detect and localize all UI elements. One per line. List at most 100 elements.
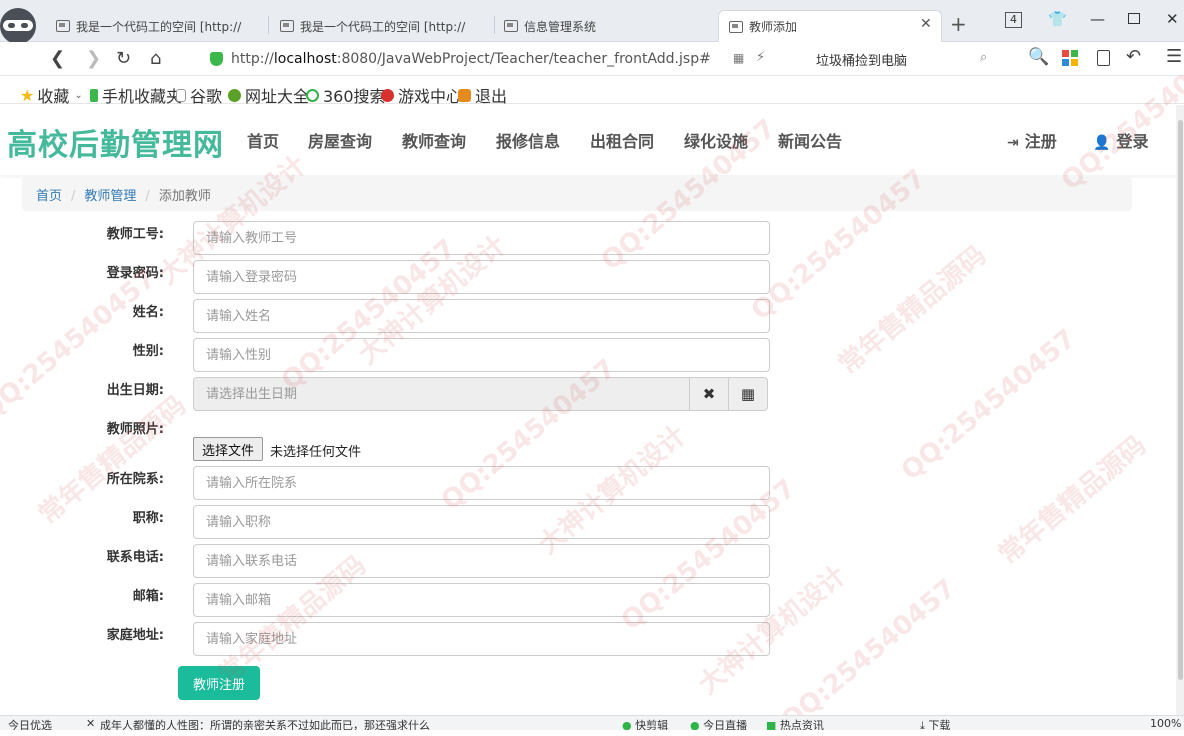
tab-title: 我是一个代码工的空间 [http://: [76, 19, 242, 34]
email-input[interactable]: [193, 583, 770, 617]
bookmark-label: 收藏: [37, 87, 70, 106]
bookmark-label: 退出: [475, 87, 508, 106]
reading-icon[interactable]: [1097, 50, 1110, 66]
secure-shield-icon: [210, 52, 223, 66]
status-today-picks[interactable]: 今日优选: [8, 717, 52, 730]
page-favicon-icon: [729, 20, 743, 33]
tab-close-icon[interactable]: ✕: [920, 16, 932, 32]
bookmark-favorites[interactable]: ★ 收藏 ⌄: [20, 83, 83, 107]
site-brand[interactable]: 高校后勤管理网: [7, 120, 224, 164]
file-status: 未选择任何文件: [270, 445, 362, 460]
address-label: 家庭地址:: [106, 628, 164, 643]
nav-greening[interactable]: 绿化设施: [684, 128, 748, 152]
qr-icon[interactable]: ▦: [733, 51, 744, 65]
college-input[interactable]: [193, 466, 770, 500]
status-close-icon[interactable]: ✕: [86, 717, 95, 730]
teacher-no-label: 教师工号:: [106, 227, 164, 242]
bookmark-360-search[interactable]: 360搜索: [306, 83, 386, 107]
status-clip[interactable]: ● 快剪辑: [622, 717, 668, 730]
maximize-icon[interactable]: [1128, 13, 1140, 24]
back-icon[interactable]: ❮: [50, 48, 65, 69]
title-input[interactable]: [193, 505, 770, 539]
url-path: :8080/JavaWebProject/Teacher/teacher_fro…: [336, 51, 711, 67]
tab-title: 信息管理系统: [524, 19, 597, 34]
status-live[interactable]: ● 今日直播: [690, 717, 747, 730]
tab-divider: [268, 16, 269, 34]
speed-icon[interactable]: ⚡: [756, 50, 765, 65]
choose-file-button[interactable]: 选择文件: [193, 437, 264, 461]
login-label: 登录: [1116, 132, 1149, 151]
bookmark-web-directory[interactable]: 网址大全: [228, 83, 309, 107]
status-item-label: 热点资讯: [779, 719, 824, 730]
scrollbar-thumb[interactable]: [1178, 120, 1183, 680]
password-input[interactable]: [193, 260, 770, 294]
status-item-label: 今日直播: [703, 719, 748, 730]
register-label: 注册: [1024, 132, 1057, 151]
reload-icon[interactable]: ↻: [116, 48, 131, 69]
home-icon[interactable]: ⌂: [150, 48, 161, 69]
nav-news[interactable]: 新闻公告: [778, 128, 842, 152]
register-teacher-button[interactable]: 教师注册: [178, 666, 260, 700]
phone-input[interactable]: [193, 544, 770, 578]
breadcrumb-home[interactable]: 首页: [36, 189, 62, 204]
game-icon: [381, 88, 394, 102]
nav-rental-contract[interactable]: 出租合同: [590, 128, 654, 152]
browser-tab-3[interactable]: 信息管理系统: [494, 10, 714, 42]
register-link[interactable]: ⇥ 注册: [1007, 128, 1057, 152]
browser-tab-1[interactable]: 我是一个代码工的空间 [http://: [46, 10, 266, 42]
breadcrumb-section[interactable]: 教师管理: [84, 189, 136, 204]
status-download[interactable]: ⤓ 下载: [920, 717, 950, 730]
nav-repair-info[interactable]: 报修信息: [496, 128, 560, 152]
nav-house-query[interactable]: 房屋查询: [308, 128, 372, 152]
calendar-icon[interactable]: ▦: [728, 377, 768, 411]
apps-icon[interactable]: [1062, 50, 1078, 66]
name-input[interactable]: [193, 299, 770, 333]
url-prefix: http://: [231, 51, 274, 67]
bookmark-label: 谷歌: [190, 87, 223, 106]
forward-icon[interactable]: ❯: [86, 48, 101, 69]
page-favicon-icon: [504, 20, 518, 32]
tab-title: 教师添加: [749, 20, 798, 34]
photo-label: 教师照片:: [106, 422, 164, 437]
bookmark-google[interactable]: 谷歌: [176, 83, 222, 107]
name-label: 姓名:: [132, 305, 164, 320]
title-label: 职称:: [132, 511, 164, 526]
bookmark-label: 游戏中心: [398, 87, 463, 106]
nav-home[interactable]: 首页: [247, 128, 279, 152]
address-input[interactable]: [193, 622, 770, 656]
status-zoom[interactable]: 100%: [1150, 717, 1181, 730]
gender-input[interactable]: [193, 338, 770, 372]
bookmark-label: 360搜索: [323, 87, 386, 106]
login-link[interactable]: 👤 登录: [1093, 128, 1148, 152]
search-field[interactable]: 垃圾桶捡到电脑: [806, 46, 1002, 72]
birth-date-input[interactable]: [193, 377, 690, 411]
bookmark-exit[interactable]: 退出: [458, 83, 507, 107]
bookmark-label: 手机收藏夹: [102, 87, 183, 106]
new-tab-icon[interactable]: +: [950, 12, 967, 36]
status-news[interactable]: 成年人都懂的人性图：所谓的亲密关系不过如此而已，那还强求什么: [100, 717, 500, 730]
magnifier-icon[interactable]: 🔍: [1028, 47, 1049, 67]
teacher-no-input[interactable]: [193, 221, 770, 255]
minimize-icon[interactable]: —: [1090, 10, 1105, 28]
nav-teacher-query[interactable]: 教师查询: [402, 128, 466, 152]
browser-status-bar: 今日优选 ✕ 成年人都懂的人性图：所谓的亲密关系不过如此而已，那还强求什么 ● …: [0, 715, 1184, 730]
live-icon: ●: [690, 719, 700, 730]
clear-date-icon[interactable]: ✖: [689, 377, 729, 411]
bookmark-mobile[interactable]: 手机收藏夹: [90, 83, 182, 107]
browser-tab-2[interactable]: 我是一个代码工的空间 [http://: [270, 10, 492, 42]
breadcrumb-separator: /: [71, 189, 76, 204]
tab-count-badge[interactable]: 4: [1005, 12, 1022, 28]
news-icon: ■: [766, 719, 777, 730]
watermark-text: QQ:254540457: [895, 323, 1082, 487]
bookmark-game-center[interactable]: 游戏中心: [381, 83, 462, 107]
browser-tab-active[interactable]: 教师添加: [718, 10, 942, 42]
search-icon[interactable]: ⌕: [980, 50, 987, 65]
menu-icon[interactable]: ☰: [1166, 46, 1182, 67]
status-hot-news[interactable]: ■ 热点资讯: [766, 717, 824, 730]
skin-icon[interactable]: 👕: [1048, 10, 1067, 28]
browser-logo-icon[interactable]: [0, 8, 36, 44]
undo-icon[interactable]: ↶: [1126, 46, 1141, 67]
url-field[interactable]: http://localhost:8080/JavaWebProject/Tea…: [200, 46, 800, 72]
user-icon: 👤: [1093, 135, 1111, 151]
window-close-icon[interactable]: ✕: [1166, 10, 1179, 28]
